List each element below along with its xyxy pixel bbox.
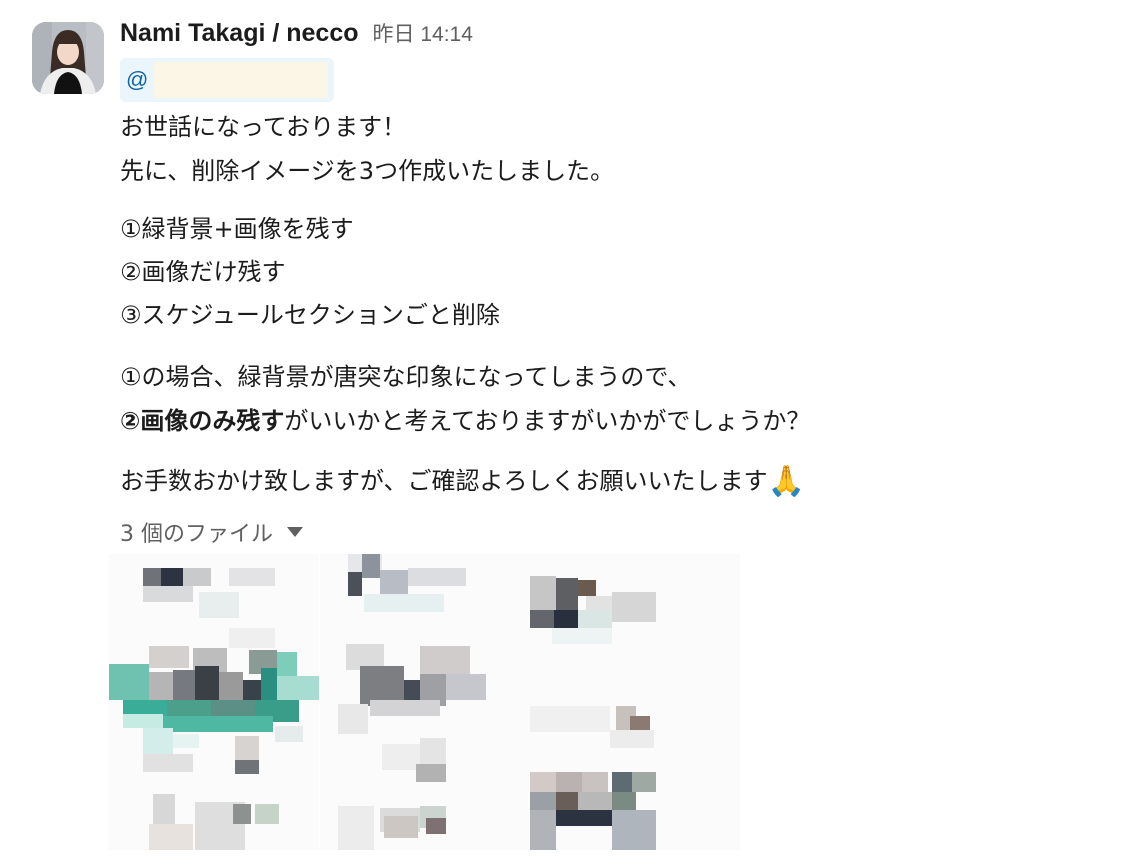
file-thumbnail-2[interactable]	[320, 554, 530, 850]
message-line-tail: がいいかと考えておりますがいかがでしょうか？	[284, 407, 811, 435]
message-header: Nami Takagi / necco 昨日 14:14	[120, 18, 473, 58]
message-container: Nami Takagi / necco 昨日 14:14 @ お世話になっており…	[0, 0, 1128, 864]
mention-text: @	[126, 67, 149, 92]
message-line: お世話になっております！	[120, 113, 407, 141]
file-thumbnail-1[interactable]	[109, 554, 319, 850]
message-line-closing: お手数おかけ致しますが、ご確認よろしくお願いいたします🙏	[120, 460, 805, 503]
message-timestamp[interactable]: 昨日 14:14	[373, 18, 473, 48]
message-line: ①の場合、緑背景が唐突な印象になってしまうので、	[120, 363, 692, 391]
file-thumbnail-3[interactable]	[530, 554, 740, 850]
file-list-toggle[interactable]: 3 個のファイル	[120, 512, 303, 552]
message-line: 先に、削除イメージを3つ作成いたしました。	[120, 157, 615, 185]
message-line-emphasis: ②画像のみ残すがいいかと考えておりますがいかがでしょうか？	[120, 400, 810, 442]
caret-down-icon	[287, 527, 303, 537]
file-count-label: 3 個のファイル	[120, 522, 273, 547]
message-line: ①緑背景+画像を残す	[120, 215, 354, 243]
folded-hands-emoji-icon: 🙏	[767, 464, 805, 499]
sender-name[interactable]: Nami Takagi / necco	[120, 19, 359, 48]
message-line-text: お手数おかけ致しますが、ご確認よろしくお願いいたします	[120, 467, 768, 495]
mention-redaction	[154, 62, 328, 98]
message-line: ②画像だけ残す	[120, 258, 286, 286]
user-mention[interactable]: @	[120, 58, 334, 102]
emphasis-text: ②画像のみ残す	[120, 407, 285, 435]
avatar[interactable]	[32, 22, 104, 94]
message-line: ③スケジュールセクションごと削除	[120, 301, 500, 329]
